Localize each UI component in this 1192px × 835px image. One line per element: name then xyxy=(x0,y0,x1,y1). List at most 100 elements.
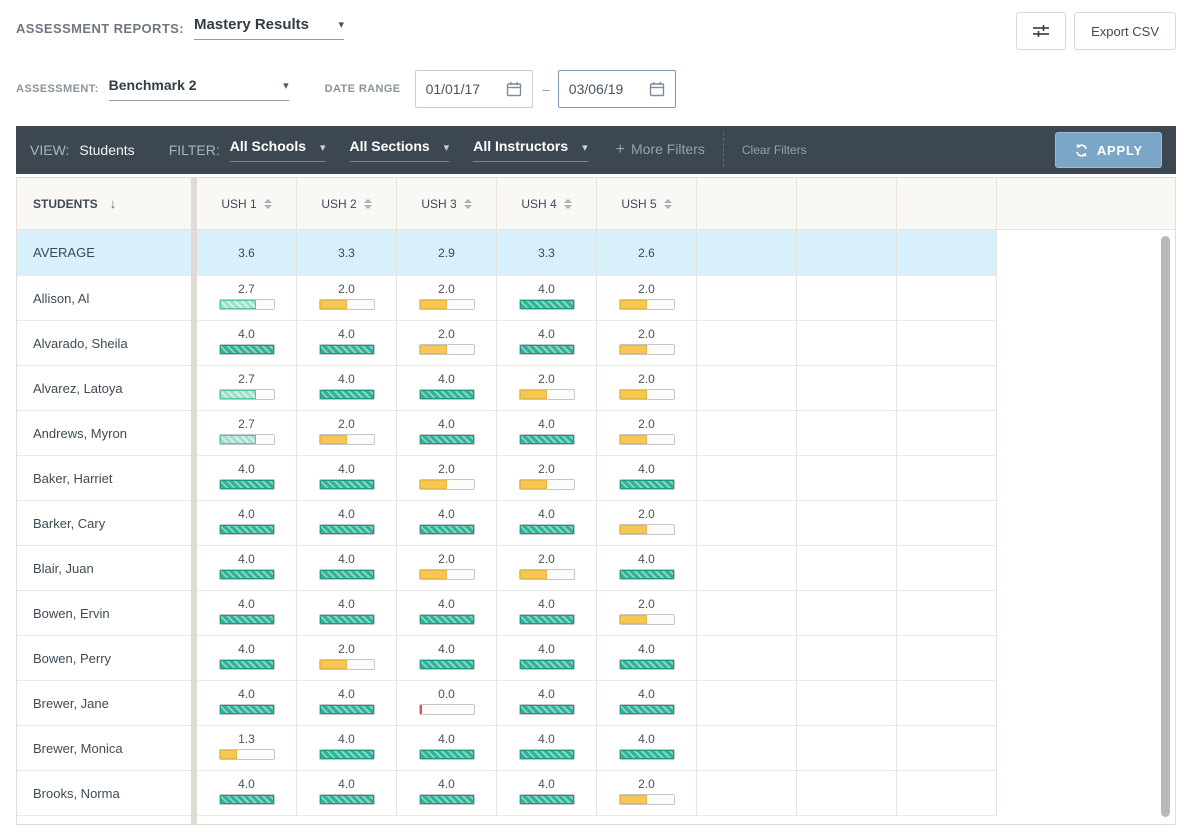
score-cell: 2.0 xyxy=(397,276,497,320)
average-score-value: 2.6 xyxy=(638,246,655,260)
report-type-value: Mastery Results xyxy=(194,16,309,33)
student-name-cell[interactable]: Blair, Juan xyxy=(17,546,191,590)
student-name-cell[interactable]: Baker, Harriet xyxy=(17,456,191,500)
score-bar xyxy=(319,794,375,805)
score-cell: 4.0 xyxy=(197,681,297,725)
report-type-dropdown[interactable]: Mastery Results ▾ xyxy=(194,16,344,40)
empty-cell xyxy=(697,411,797,455)
date-end-input[interactable]: 03/06/19 xyxy=(558,70,676,108)
score-bar xyxy=(419,659,475,670)
score-bar xyxy=(319,704,375,715)
score-cell: 2.0 xyxy=(397,456,497,500)
student-name-cell[interactable]: Andrews, Myron xyxy=(17,411,191,455)
student-name-cell[interactable]: Allison, Al xyxy=(17,276,191,320)
date-separator: – xyxy=(543,82,550,97)
empty-cell xyxy=(897,501,997,545)
student-name-cell[interactable]: Bowen, Ervin xyxy=(17,591,191,635)
score-bar-fill xyxy=(420,390,474,399)
score-cell: 4.0 xyxy=(297,456,397,500)
empty-cell xyxy=(697,501,797,545)
refresh-icon xyxy=(1074,143,1089,158)
score-bar xyxy=(319,524,375,535)
score-value: 2.7 xyxy=(238,372,255,386)
score-bar-fill xyxy=(620,390,647,399)
score-cell: 2.0 xyxy=(597,276,697,320)
score-bar xyxy=(619,794,675,805)
empty-cell xyxy=(697,726,797,770)
student-name-cell[interactable]: Brewer, Jane xyxy=(17,681,191,725)
score-bar xyxy=(519,659,575,670)
score-cell: 4.0 xyxy=(197,501,297,545)
column-header-ush-1[interactable]: USH 1 xyxy=(197,178,297,229)
assessment-dropdown[interactable]: Benchmark 2 ▾ xyxy=(109,77,289,101)
vertical-scrollbar-thumb[interactable] xyxy=(1161,236,1170,817)
score-bar xyxy=(619,704,675,715)
score-bar xyxy=(419,614,475,625)
date-start-input[interactable]: 01/01/17 xyxy=(415,70,533,108)
score-value: 2.7 xyxy=(238,417,255,431)
student-name-cell[interactable]: Barker, Cary xyxy=(17,501,191,545)
average-row-label: AVERAGE xyxy=(17,230,191,275)
student-name-cell[interactable]: Bowen, Perry xyxy=(17,636,191,680)
empty-cell xyxy=(797,321,897,365)
instructors-filter-dropdown[interactable]: All Instructors ▾ xyxy=(473,138,587,162)
score-bar xyxy=(419,299,475,310)
empty-cell xyxy=(697,456,797,500)
score-bar-fill xyxy=(220,750,238,759)
export-csv-button[interactable]: Export CSV xyxy=(1074,12,1176,50)
score-bar xyxy=(519,299,575,310)
empty-cell xyxy=(697,681,797,725)
score-cell: 2.7 xyxy=(197,411,297,455)
column-divider-strip xyxy=(191,178,197,824)
more-filters-button[interactable]: +More Filters xyxy=(616,141,705,159)
score-cell: 4.0 xyxy=(597,636,697,680)
score-bar xyxy=(319,479,375,490)
student-name-cell[interactable]: Alvarez, Latoya xyxy=(17,366,191,410)
sections-filter-dropdown[interactable]: All Sections ▾ xyxy=(350,138,450,162)
schools-filter-dropdown[interactable]: All Schools ▾ xyxy=(230,138,326,162)
score-cell: 2.0 xyxy=(597,366,697,410)
score-bar-fill xyxy=(420,435,474,444)
apply-button[interactable]: APPLY xyxy=(1055,132,1162,168)
score-bar-fill xyxy=(320,795,374,804)
score-bar xyxy=(519,704,575,715)
score-value: 4.0 xyxy=(638,462,655,476)
score-bar-fill xyxy=(220,525,274,534)
score-cell: 4.0 xyxy=(197,546,297,590)
average-score-value: 3.6 xyxy=(238,246,255,260)
student-name-cell[interactable]: Alvarado, Sheila xyxy=(17,321,191,365)
column-header-ush-3[interactable]: USH 3 xyxy=(397,178,497,229)
student-name-cell[interactable]: Brooks, Norma xyxy=(17,771,191,815)
empty-cell xyxy=(897,726,997,770)
filter-label: FILTER: xyxy=(169,142,220,158)
score-bar xyxy=(219,569,275,580)
score-value: 2.0 xyxy=(638,777,655,791)
clear-filters-button[interactable]: Clear Filters xyxy=(742,143,807,157)
score-value: 2.0 xyxy=(438,462,455,476)
calendar-icon[interactable] xyxy=(649,81,665,97)
score-bar xyxy=(219,794,275,805)
chevron-down-icon: ▾ xyxy=(582,141,588,154)
score-value: 2.0 xyxy=(638,597,655,611)
calendar-icon[interactable] xyxy=(506,81,522,97)
date-end-value: 03/06/19 xyxy=(569,81,624,97)
score-bar xyxy=(519,389,575,400)
column-header-ush-4[interactable]: USH 4 xyxy=(497,178,597,229)
column-header-ush-5[interactable]: USH 5 xyxy=(597,178,697,229)
empty-cell xyxy=(897,456,997,500)
score-value: 4.0 xyxy=(238,507,255,521)
column-header-ush-2[interactable]: USH 2 xyxy=(297,178,397,229)
score-bar xyxy=(319,569,375,580)
score-cell: 4.0 xyxy=(597,546,697,590)
column-header-students[interactable]: STUDENTS ↓ xyxy=(17,178,191,229)
score-value: 4.0 xyxy=(338,462,355,476)
student-name-cell[interactable]: Brewer, Monica xyxy=(17,726,191,770)
score-bar-fill xyxy=(320,345,374,354)
score-bar-fill xyxy=(520,705,574,714)
settings-button[interactable] xyxy=(1016,12,1066,50)
score-bar xyxy=(619,344,675,355)
score-bar xyxy=(419,434,475,445)
score-value: 2.7 xyxy=(238,282,255,296)
score-bar xyxy=(619,749,675,760)
score-bar xyxy=(319,299,375,310)
